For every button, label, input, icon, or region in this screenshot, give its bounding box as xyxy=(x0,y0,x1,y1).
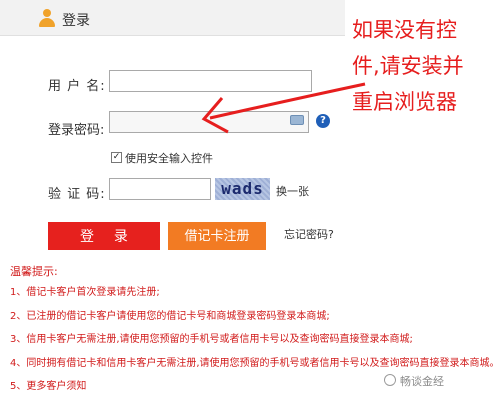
wechat-icon xyxy=(384,374,396,386)
watermark: 畅谈金经 xyxy=(400,375,444,388)
annotation-arrow-icon xyxy=(201,82,366,134)
